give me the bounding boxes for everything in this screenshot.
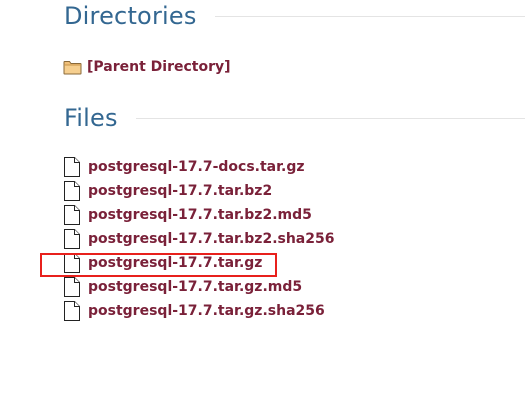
parent-directory-link[interactable]: [Parent Directory]	[87, 59, 231, 75]
parent-directory-row[interactable]: [Parent Directory]	[63, 57, 231, 77]
file-icon	[63, 181, 81, 201]
files-divider	[135, 117, 525, 119]
file-link[interactable]: postgresql-17.7.tar.gz.md5	[88, 279, 302, 295]
file-row[interactable]: postgresql-17.7.tar.bz2.sha256	[63, 229, 334, 249]
file-row[interactable]: postgresql-17.7-docs.tar.gz	[63, 157, 305, 177]
file-link[interactable]: postgresql-17.7.tar.bz2.md5	[88, 207, 312, 223]
file-icon	[63, 229, 81, 249]
directories-header: Directories	[64, 1, 525, 31]
highlight-box	[40, 253, 277, 277]
files-header: Files	[64, 103, 525, 133]
file-link[interactable]: postgresql-17.7.tar.bz2	[88, 183, 272, 199]
file-icon	[63, 157, 81, 177]
file-link[interactable]: postgresql-17.7.tar.gz.sha256	[88, 303, 325, 319]
file-row[interactable]: postgresql-17.7.tar.gz.sha256	[63, 301, 325, 321]
file-row[interactable]: postgresql-17.7.tar.bz2	[63, 181, 272, 201]
file-row[interactable]: postgresql-17.7.tar.gz.md5	[63, 277, 302, 297]
file-icon	[63, 277, 81, 297]
file-link[interactable]: postgresql-17.7.tar.bz2.sha256	[88, 231, 334, 247]
file-icon	[63, 205, 81, 225]
directories-divider	[214, 15, 525, 17]
file-icon	[63, 301, 81, 321]
file-row[interactable]: postgresql-17.7.tar.bz2.md5	[63, 205, 312, 225]
directories-title: Directories	[64, 2, 197, 30]
file-link[interactable]: postgresql-17.7-docs.tar.gz	[88, 159, 305, 175]
files-title: Files	[64, 104, 118, 132]
folder-icon	[63, 59, 82, 75]
